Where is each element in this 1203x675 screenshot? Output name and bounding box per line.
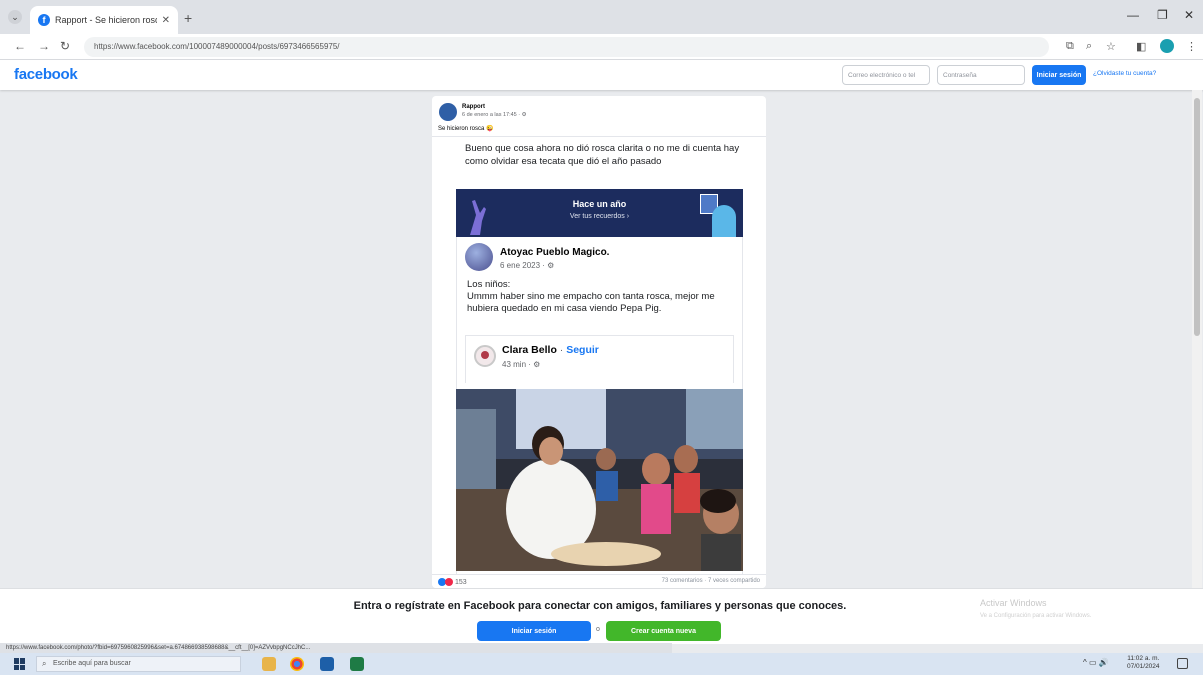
- forward-icon[interactable]: →: [38, 39, 50, 53]
- chrome-icon[interactable]: [290, 657, 304, 671]
- facebook-logo[interactable]: facebook: [14, 66, 78, 83]
- nested-author-line: Clara Bello · Seguir: [502, 344, 599, 356]
- scrollbar-thumb[interactable]: [1194, 98, 1200, 336]
- activate-windows-subtitle: Ve a Configuración para activar Windows.: [980, 613, 1092, 619]
- taskbar-search-input[interactable]: ⌕ Escribe aquí para buscar: [36, 656, 241, 672]
- create-account-button[interactable]: Crear cuenta nueva: [606, 621, 721, 641]
- browser-tab[interactable]: f Rapport - Se hicieron rosca 😜 ✕: [30, 6, 178, 34]
- header-login-button[interactable]: Iniciar sesión: [1032, 65, 1086, 85]
- back-icon[interactable]: ←: [14, 39, 26, 53]
- password-field[interactable]: Contraseña: [937, 65, 1025, 85]
- reload-icon[interactable]: ↻: [60, 39, 70, 53]
- memory-banner[interactable]: Hace un año Ver tus recuerdos ›: [456, 189, 743, 237]
- side-panel-icon[interactable]: ◧: [1136, 40, 1146, 53]
- address-bar-row: ← → ↻ https://www.facebook.com/100007489…: [0, 34, 1203, 60]
- shared-timestamp[interactable]: 6 ene 2023 · ⚙: [500, 261, 554, 270]
- facebook-header: facebook Correo electrónico o tel Contra…: [0, 60, 1203, 90]
- menu-kebab-icon[interactable]: ⋮: [1186, 40, 1197, 53]
- post-timestamp[interactable]: 6 de enero a las 17:45 · ⚙: [462, 112, 527, 118]
- follow-button[interactable]: Seguir: [566, 344, 599, 356]
- nested-timestamp[interactable]: 43 min · ⚙: [502, 360, 540, 369]
- comments-shares-count[interactable]: 73 comentarios · 7 veces compartido: [662, 578, 760, 584]
- windows-taskbar: ⌕ Escribe aquí para buscar ^ ▭ 🔊 11:02 a…: [0, 653, 1203, 675]
- reactions-summary[interactable]: 153: [438, 578, 467, 586]
- clock-date: 07/01/2024: [1127, 663, 1160, 670]
- browser-tab-bar: ⌄ f Rapport - Se hicieron rosca 😜 ✕ + — …: [0, 0, 1203, 34]
- email-field[interactable]: Correo electrónico o tel: [842, 65, 930, 85]
- forgot-account-link[interactable]: ¿Olvidaste tu cuenta?: [1093, 70, 1156, 77]
- zoom-icon[interactable]: ⌕: [1086, 40, 1092, 53]
- shared-text: Los niños: Ummm haber sino me empacho co…: [467, 279, 715, 314]
- nested-shared-header: Clara Bello · Seguir 43 min · ⚙: [465, 335, 734, 383]
- banner-separator: o: [596, 626, 600, 633]
- excel-icon[interactable]: [350, 657, 364, 671]
- love-reaction-icon: [445, 578, 453, 586]
- system-tray-icons[interactable]: ^ ▭ 🔊: [1083, 658, 1109, 667]
- login-banner: Entra o regístrate en Facebook para cone…: [0, 588, 1203, 644]
- post-card: Rapport 6 de enero a las 17:45 · ⚙ Se hi…: [432, 96, 766, 588]
- clock-time: 11:02 a. m.: [1127, 655, 1160, 662]
- post-author[interactable]: Rapport: [462, 104, 485, 110]
- close-window-icon[interactable]: ✕: [1184, 8, 1194, 22]
- post-text: Bueno que cosa ahora no dió rosca clarit…: [465, 143, 740, 167]
- tab-title: Rapport - Se hicieron rosca 😜: [55, 14, 157, 25]
- status-bar-url: https://www.facebook.com/photo/?fbid=697…: [0, 643, 672, 653]
- profile-avatar-icon[interactable]: [1160, 39, 1174, 53]
- file-explorer-icon[interactable]: [262, 657, 276, 671]
- page-scrollbar[interactable]: [1192, 90, 1202, 642]
- hand-holding-photo-icon: [712, 205, 736, 237]
- new-tab-icon[interactable]: +: [184, 10, 192, 26]
- nested-author[interactable]: Clara Bello: [502, 344, 557, 356]
- notifications-icon[interactable]: [1177, 658, 1188, 669]
- windows-start-icon[interactable]: [14, 658, 26, 670]
- tab-search-icon[interactable]: ⌄: [8, 10, 22, 24]
- search-icon: ⌕: [42, 659, 47, 668]
- facebook-favicon-icon: f: [38, 14, 50, 26]
- taskbar-search-placeholder: Escribe aquí para buscar: [53, 660, 131, 667]
- divider: [432, 136, 766, 137]
- post-feeling: Se hicieron rosca 😜: [438, 126, 494, 132]
- nested-separator: ·: [556, 344, 567, 356]
- screen-share-icon[interactable]: ⧉: [1066, 40, 1074, 53]
- shared-author-avatar[interactable]: [465, 243, 493, 271]
- post-photo[interactable]: [456, 389, 743, 571]
- taskbar-clock[interactable]: 11:02 a. m. 07/01/2024: [1127, 655, 1160, 671]
- post-footer: 153 73 comentarios · 7 veces compartido: [432, 574, 766, 588]
- author-avatar[interactable]: [439, 103, 457, 121]
- shared-author[interactable]: Atoyac Pueblo Magico.: [500, 247, 609, 258]
- banner-login-button[interactable]: Iniciar sesión: [477, 621, 591, 641]
- activate-windows-title: Activar Windows: [980, 598, 1047, 608]
- memory-link[interactable]: Ver tus recuerdos ›: [456, 213, 743, 220]
- restore-icon[interactable]: ❐: [1157, 8, 1168, 22]
- nested-author-avatar[interactable]: [474, 345, 496, 367]
- reactions-count: 153: [455, 578, 467, 586]
- outlook-icon[interactable]: [320, 657, 334, 671]
- close-tab-icon[interactable]: ✕: [162, 15, 170, 26]
- bookmark-star-icon[interactable]: ☆: [1106, 40, 1116, 53]
- minimize-icon[interactable]: —: [1127, 8, 1139, 22]
- url-field[interactable]: https://www.facebook.com/100007489000004…: [84, 37, 1049, 57]
